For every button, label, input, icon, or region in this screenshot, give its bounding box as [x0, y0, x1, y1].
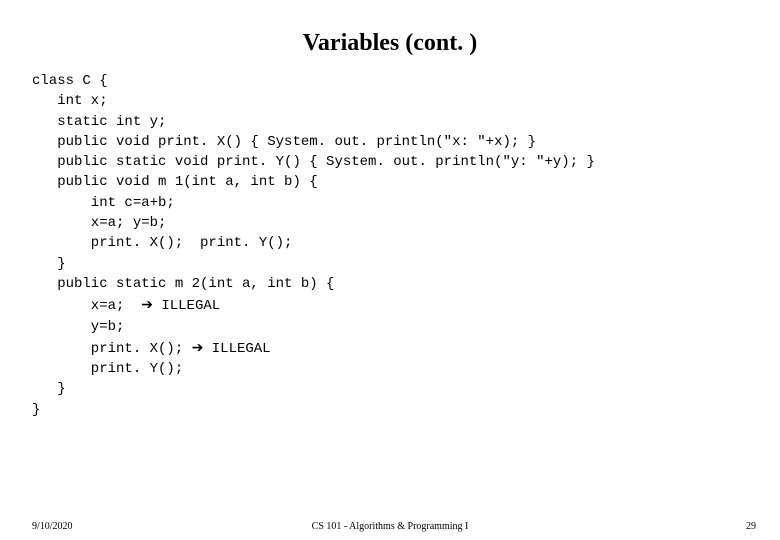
code-line: ILLEGAL	[153, 298, 220, 314]
arrow-icon: ➔	[192, 339, 204, 355]
code-line: }	[32, 256, 66, 272]
code-line: int c=a+b;	[32, 195, 175, 211]
arrow-icon: ➔	[141, 296, 153, 312]
code-line: print. Y();	[32, 361, 183, 377]
code-line: y=b;	[32, 319, 124, 335]
code-line: public void m 1(int a, int b) {	[32, 174, 318, 190]
code-line: public static m 2(int a, int b) {	[32, 276, 334, 292]
code-line: x=a;	[32, 298, 141, 314]
footer-center: CS 101 - Algorithms & Programming I	[0, 521, 780, 532]
code-line: }	[32, 402, 40, 418]
code-line: ILLEGAL	[203, 341, 270, 357]
code-line: public void print. X() { System. out. pr…	[32, 134, 536, 150]
footer-page: 29	[746, 521, 756, 532]
code-block: class C { int x; static int y; public vo…	[0, 71, 780, 420]
code-line: print. X(); print. Y();	[32, 235, 292, 251]
code-line: }	[32, 381, 66, 397]
slide-title: Variables (cont. )	[0, 0, 780, 71]
code-line: public static void print. Y() { System. …	[32, 154, 595, 170]
code-line: static int y;	[32, 114, 166, 130]
slide: Variables (cont. ) class C { int x; stat…	[0, 0, 780, 540]
code-line: x=a; y=b;	[32, 215, 166, 231]
code-line: print. X();	[32, 341, 192, 357]
code-line: int x;	[32, 93, 108, 109]
code-line: class C {	[32, 73, 108, 89]
